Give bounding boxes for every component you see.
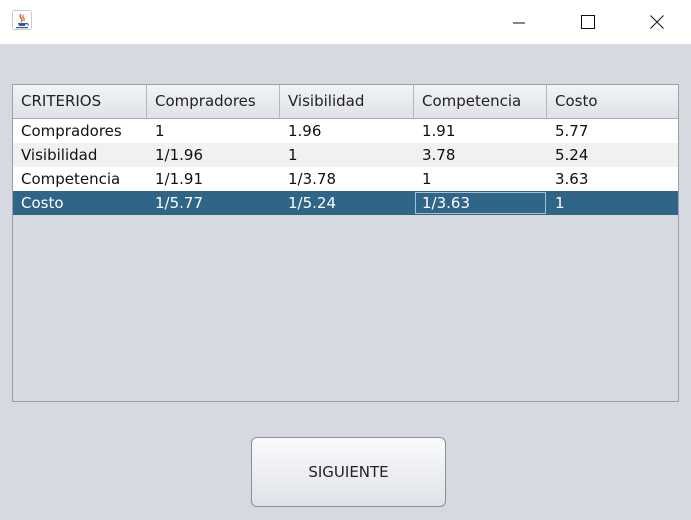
table-cell[interactable]: Visibilidad	[13, 143, 147, 167]
table-cell[interactable]: 3.63	[547, 167, 678, 191]
table-cell[interactable]: 1	[280, 143, 414, 167]
table-cell[interactable]: 1	[414, 167, 547, 191]
maximize-icon	[581, 15, 595, 29]
table-cell-focused[interactable]: 1/3.63	[414, 191, 547, 215]
column-header-criterios[interactable]: CRITERIOS	[13, 85, 147, 118]
table-cell[interactable]: 1	[147, 119, 280, 143]
table-row[interactable]: Compradores 1 1.96 1.91 5.77	[13, 119, 678, 143]
table-cell[interactable]: 1/5.77	[147, 191, 280, 215]
java-cup-icon[interactable]	[12, 10, 32, 30]
table-header: CRITERIOS Compradores Visibilidad Compet…	[13, 85, 678, 119]
table-cell[interactable]: 1.91	[414, 119, 547, 143]
table-cell[interactable]: 5.77	[547, 119, 678, 143]
table-row[interactable]: Visibilidad 1/1.96 1 3.78 5.24	[13, 143, 678, 167]
minimize-icon	[513, 22, 525, 24]
table-cell[interactable]: 5.24	[547, 143, 678, 167]
column-header-competencia[interactable]: Competencia	[414, 85, 547, 118]
maximize-button[interactable]	[565, 0, 611, 44]
criteria-table[interactable]: CRITERIOS Compradores Visibilidad Compet…	[12, 84, 679, 402]
column-header-visibilidad[interactable]: Visibilidad	[280, 85, 414, 118]
table-cell[interactable]: 3.78	[414, 143, 547, 167]
column-header-compradores[interactable]: Compradores	[147, 85, 280, 118]
table-cell[interactable]: Costo	[13, 191, 147, 215]
title-bar	[0, 0, 691, 44]
table-cell[interactable]: 1/5.24	[280, 191, 414, 215]
close-button[interactable]	[634, 0, 680, 44]
table-cell[interactable]: 1/1.96	[147, 143, 280, 167]
close-icon	[650, 15, 664, 29]
table-cell[interactable]: Competencia	[13, 167, 147, 191]
column-header-costo[interactable]: Costo	[547, 85, 678, 118]
next-button[interactable]: SIGUIENTE	[251, 437, 446, 507]
minimize-button[interactable]	[496, 0, 542, 44]
table-row[interactable]: Competencia 1/1.91 1/3.78 1 3.63	[13, 167, 678, 191]
table-cell[interactable]: 1	[547, 191, 678, 215]
table-row-selected[interactable]: Costo 1/5.77 1/5.24 1/3.63 1	[13, 191, 678, 215]
table-cell[interactable]: 1.96	[280, 119, 414, 143]
table-cell[interactable]: Compradores	[13, 119, 147, 143]
table-cell[interactable]: 1/3.78	[280, 167, 414, 191]
table-cell[interactable]: 1/1.91	[147, 167, 280, 191]
